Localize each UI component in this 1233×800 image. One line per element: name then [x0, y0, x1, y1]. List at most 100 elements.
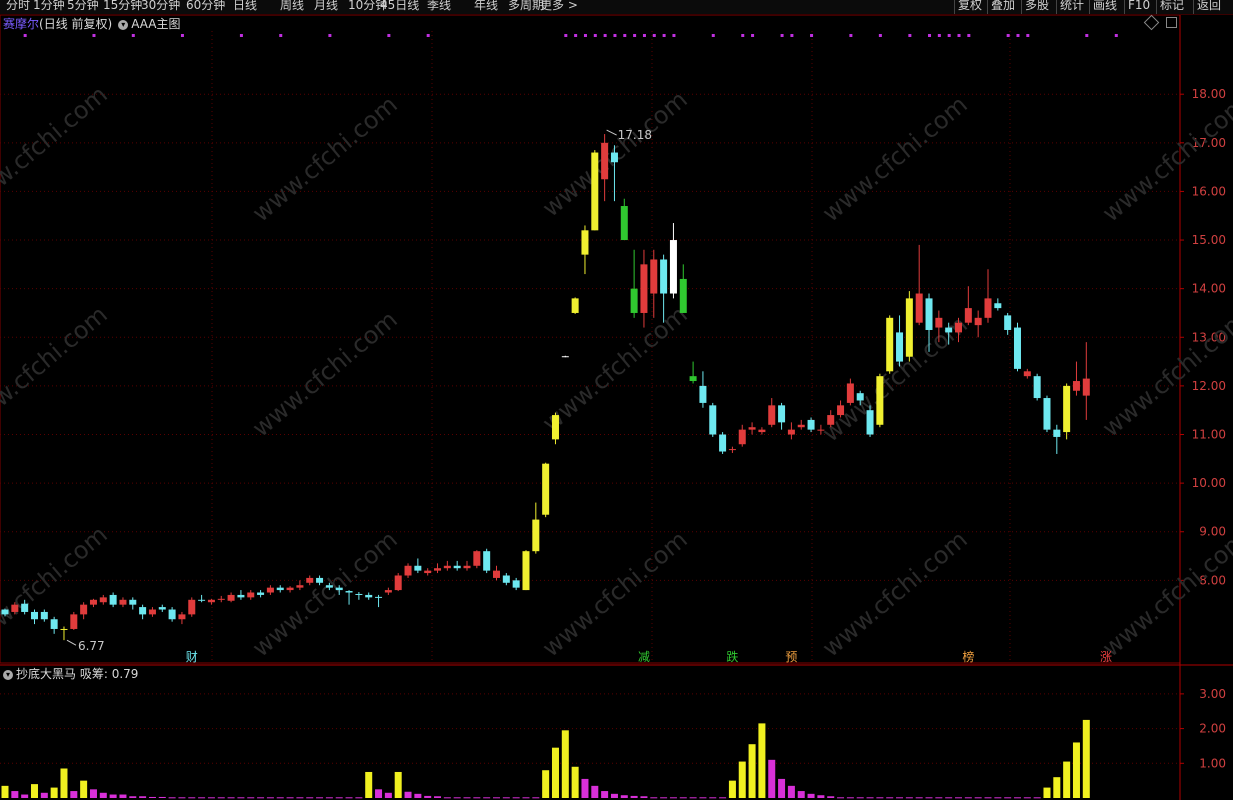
candle-body: [915, 293, 923, 323]
candle-body: [728, 449, 736, 451]
candle-body: [21, 603, 29, 612]
sub-bar: [257, 797, 265, 799]
main-indicator-name[interactable]: AAA主图: [131, 17, 180, 31]
sub-indicator-name[interactable]: 抄底大黑马: [16, 667, 76, 681]
period-4[interactable]: 30分钟: [141, 0, 180, 12]
candle-body: [945, 327, 953, 333]
sub-bar: [915, 797, 923, 799]
signal-dot: [328, 34, 332, 37]
sub-bar: [738, 761, 746, 798]
low-price-label: 6.77: [78, 639, 105, 653]
candle-body: [758, 429, 766, 433]
sub-bar: [532, 797, 540, 799]
period-1[interactable]: 1分钟: [33, 0, 65, 12]
candle-body: [473, 551, 481, 566]
period-8[interactable]: 月线: [314, 0, 338, 12]
sub-bar: [1013, 797, 1021, 799]
sub-bar: [886, 797, 894, 799]
candle-body: [935, 317, 943, 328]
candle-body: [601, 142, 609, 180]
candle-body: [296, 585, 304, 588]
signal-dot: [790, 34, 794, 37]
toolbar-btn-3[interactable]: 统计: [1060, 0, 1084, 12]
candle-body: [1043, 398, 1051, 430]
sub-bar: [1072, 742, 1080, 798]
sub-bar: [404, 791, 412, 798]
sub-bar: [237, 797, 245, 799]
period-3[interactable]: 15分钟: [103, 0, 142, 12]
period-0[interactable]: 分时: [6, 0, 30, 12]
kline-chart[interactable]: 18.0017.0016.0015.0014.0013.0012.0011.00…: [0, 0, 1233, 800]
sub-bar: [158, 796, 166, 798]
candle-body: [522, 551, 530, 591]
candle-body: [532, 519, 540, 552]
candle-body: [502, 575, 510, 583]
watermark-text: www.cfchi.com: [0, 300, 113, 437]
sub-bar: [493, 797, 500, 799]
chevron-down-icon[interactable]: ▾: [118, 19, 129, 30]
low-pointer: [66, 639, 77, 646]
signal-dot: [810, 34, 814, 37]
period-10[interactable]: 45日线: [380, 0, 419, 12]
sub-bar: [316, 797, 324, 799]
candle-body: [876, 376, 884, 425]
stock-name[interactable]: 赛摩尔: [3, 17, 39, 31]
toolbar-btn-0[interactable]: 复权: [958, 0, 982, 12]
sub-bar: [266, 797, 274, 799]
candle-body: [551, 415, 559, 440]
candle-body: [365, 594, 373, 598]
watermark-text: www.cfchi.com: [1097, 525, 1233, 662]
period-5[interactable]: 60分钟: [186, 0, 225, 12]
candle-body: [709, 405, 717, 435]
toolbar-btn-7[interactable]: 返回: [1197, 0, 1221, 12]
sub-bar: [650, 797, 658, 799]
toolbar-btn-4[interactable]: 画线: [1093, 0, 1117, 12]
sub-bar: [345, 797, 353, 799]
sub-bar: [748, 744, 756, 798]
sub-bar: [846, 797, 854, 799]
sub-bar: [1004, 797, 1012, 799]
candle-body: [384, 590, 392, 593]
signal-dot: [947, 34, 951, 37]
signal-dot: [603, 34, 607, 37]
candle-body: [1053, 429, 1061, 437]
sub-tick-label: 3.00: [1199, 687, 1226, 701]
sub-bar: [247, 797, 255, 799]
candle-body: [719, 434, 727, 452]
period-12[interactable]: 年线: [474, 0, 498, 12]
price-tick-label: 12.00: [1192, 379, 1226, 393]
event-marker: 财: [186, 650, 198, 664]
sub-bar: [80, 780, 88, 798]
period-7[interactable]: 周线: [280, 0, 304, 12]
candle-body: [650, 259, 658, 294]
candle-body: [1072, 381, 1080, 391]
candle-body: [925, 298, 933, 330]
chart-header: 赛摩尔(日线 前复权) ▾ AAA主图: [3, 16, 181, 32]
period-2[interactable]: 5分钟: [67, 0, 99, 12]
period-14[interactable]: 更多 >: [540, 0, 578, 12]
candle-body: [748, 427, 756, 430]
signal-dot: [633, 34, 637, 37]
sub-bar: [21, 794, 29, 798]
candle-body: [778, 405, 786, 423]
candle-body: [542, 463, 550, 515]
candle-body: [561, 356, 569, 358]
toolbar-btn-6[interactable]: 标记: [1160, 0, 1184, 12]
chevron-down-icon[interactable]: ▾: [3, 669, 13, 680]
candle-body: [1063, 385, 1071, 433]
price-tick-label: 11.00: [1192, 428, 1226, 442]
sub-bar: [974, 797, 982, 799]
candle-body: [1033, 376, 1041, 399]
period-6[interactable]: 日线: [233, 0, 257, 12]
sub-tick-label: 1.00: [1199, 756, 1226, 770]
period-11[interactable]: 季线: [427, 0, 451, 12]
candle-body: [404, 565, 412, 576]
period-13[interactable]: 多周期: [508, 0, 544, 12]
toolbar-btn-2[interactable]: 多股: [1025, 0, 1049, 12]
maximize-icon[interactable]: [1166, 17, 1177, 28]
toolbar-btn-5[interactable]: F10: [1128, 0, 1150, 12]
sub-bar: [168, 797, 176, 799]
watermark-text: www.cfchi.com: [0, 80, 113, 217]
toolbar-btn-1[interactable]: 叠加: [991, 0, 1015, 12]
toolbar-separator: [987, 0, 988, 14]
